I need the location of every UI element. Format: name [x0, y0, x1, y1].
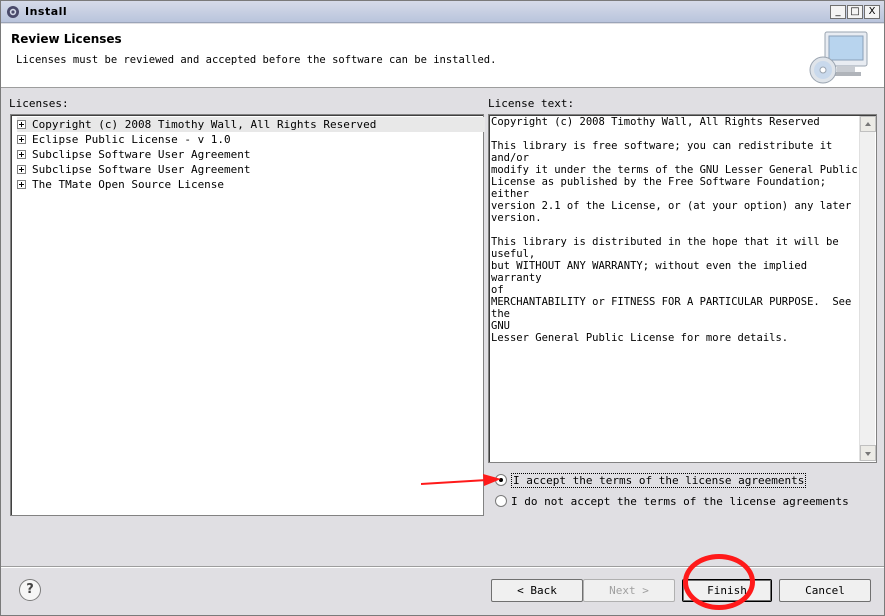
licenses-tree[interactable]: Copyright (c) 2008 Timothy Wall, All Rig… — [10, 114, 485, 516]
minimize-button[interactable]: _ — [830, 5, 846, 19]
arrow-up-icon — [865, 122, 871, 126]
tree-item-license[interactable]: Eclipse Public License - v 1.0 — [17, 132, 231, 147]
back-button[interactable]: < Back — [491, 579, 583, 602]
window-title: Install — [25, 5, 68, 18]
decline-radio-label: I do not accept the terms of the license… — [511, 495, 849, 508]
expand-icon[interactable] — [17, 119, 26, 129]
license-text-scrollbar[interactable] — [859, 116, 876, 461]
cancel-button[interactable]: Cancel — [779, 579, 871, 602]
accept-radio-label: I accept the terms of the license agreem… — [511, 473, 807, 488]
expand-icon[interactable] — [17, 164, 26, 174]
red-arrow-annotation-icon — [421, 474, 501, 486]
page-title: Review Licenses — [11, 32, 122, 46]
next-button[interactable]: Next > — [583, 579, 675, 602]
tree-item-license[interactable]: Copyright (c) 2008 Timothy Wall, All Rig… — [17, 117, 485, 132]
decline-radio-button[interactable] — [495, 495, 507, 507]
accept-radio-option[interactable]: I accept the terms of the license agreem… — [495, 473, 807, 489]
red-circle-annotation — [683, 554, 755, 610]
expand-icon[interactable] — [17, 149, 26, 159]
install-dialog: Install _ □ X Review Licenses Licenses m… — [0, 0, 885, 616]
arrow-down-icon — [865, 452, 871, 456]
scroll-up-button[interactable] — [860, 116, 876, 132]
help-button[interactable]: ? — [19, 579, 41, 601]
page-description: Licenses must be reviewed and accepted b… — [16, 54, 497, 66]
eclipse-gear-icon — [7, 6, 19, 18]
tree-item-license[interactable]: The TMate Open Source License — [17, 177, 224, 192]
license-text-label: License text: — [488, 97, 575, 110]
license-text-area[interactable]: Copyright (c) 2008 Timothy Wall, All Rig… — [488, 114, 877, 463]
maximize-button[interactable]: □ — [847, 5, 863, 19]
expand-icon[interactable] — [17, 134, 26, 144]
expand-icon[interactable] — [17, 179, 26, 189]
license-text-content: Copyright (c) 2008 Timothy Wall, All Rig… — [491, 116, 858, 344]
tree-item-license[interactable]: Subclipse Software User Agreement — [17, 147, 251, 162]
licenses-label: Licenses: — [9, 97, 69, 110]
close-button[interactable]: X — [864, 5, 880, 19]
scroll-down-button[interactable] — [860, 445, 876, 461]
decline-radio-option[interactable]: I do not accept the terms of the license… — [495, 494, 849, 510]
title-bar[interactable]: Install _ □ X — [1, 1, 884, 23]
footer-divider — [1, 566, 884, 568]
wizard-header: Review Licenses Licenses must be reviewe… — [1, 24, 884, 88]
install-computer-icon — [809, 31, 868, 84]
tree-item-license[interactable]: Subclipse Software User Agreement — [17, 162, 251, 177]
